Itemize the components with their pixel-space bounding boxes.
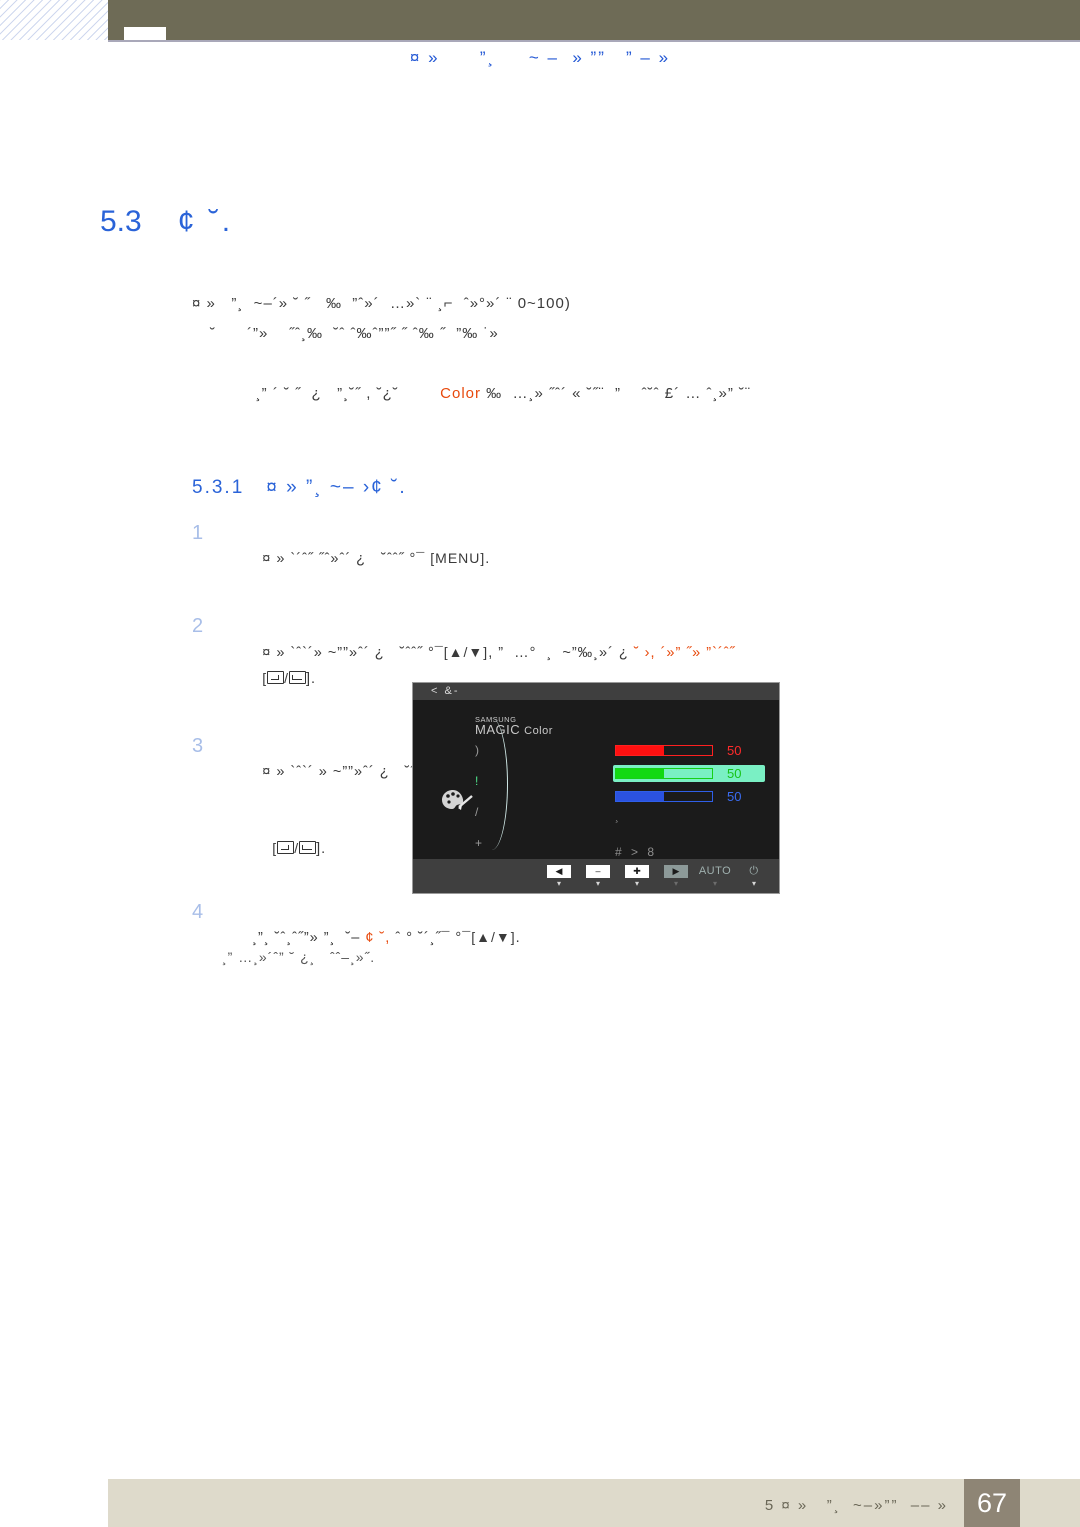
subsection-title: ¤ » ”¸ ~– ›¢ ˘. (266, 477, 407, 498)
running-head: ¤ » ”¸ ~ – » ”” ” – » (409, 48, 671, 67)
step-number: 3 (192, 734, 205, 757)
header-band (108, 0, 1080, 40)
osd-menu-item-2[interactable]: / (475, 806, 482, 818)
updown-key-label: [▲/▼] (443, 643, 489, 660)
step-4-highlight: ¢ ˘, (365, 930, 391, 947)
osd-button-right[interactable]: ▶ ▾ (661, 864, 691, 888)
blue-slider-fill (616, 792, 664, 801)
osd-titlebar: < &- (413, 683, 779, 700)
button-tick: ▾ (712, 878, 717, 888)
enter-icon (289, 670, 307, 684)
page-corner-hatch (0, 0, 108, 40)
red-slider-track[interactable] (615, 745, 713, 756)
green-slider-track[interactable] (615, 768, 713, 779)
green-value: 50 (727, 766, 742, 781)
page-title: 5.3 ¢ ˘. (100, 205, 1000, 239)
subsection-heading: 5.3.1 ¤ » ”¸ ~– ›¢ ˘. (192, 477, 1000, 499)
intro-line-1: ¤ » ”¸ ~–´» ˘ ˝ ‰ ”ˆ»´ …»` ¨ ¸⌐ ˆ»°»´ ¨ … (192, 295, 571, 312)
osd-menu-list: ) ! / + (475, 744, 482, 868)
chapter-marker-stem (124, 27, 131, 40)
step-2-mid2: ›, ´»” ˝» ”`´ˆ˝ (639, 644, 736, 661)
button-tick: ▾ (556, 878, 561, 888)
osd-menu-item-1[interactable]: ! (475, 775, 482, 787)
step-1-tail: . (485, 551, 491, 568)
enter-key-icon: [/ (272, 840, 317, 856)
osd-screenshot: < &- SAMSUNG MAGIC Color ) ! / + 50 50 5… (412, 682, 780, 894)
section-number: 5.3 (100, 205, 142, 238)
button-tick: ▾ (751, 878, 756, 888)
osd-button-bar: ◀ ▾ – ▾ ✚ ▾ ▶ ▾ AUTO ▾ ⏻ ▾ (413, 859, 779, 893)
updown-key-label: [▲/▼] (471, 929, 516, 946)
step-3-tail: ]. (316, 841, 327, 858)
bar-row[interactable]: 50 (613, 765, 765, 782)
source-icon (267, 670, 285, 684)
step-4-mid: ˆ ° ˘´¸˝¯ °¯ (390, 930, 472, 947)
osd-button-left[interactable]: ◀ ▾ (544, 864, 574, 888)
step-number: 2 (192, 615, 205, 638)
intro-line-3-pre: ¸” ´ ˘ ˝ ¿ ”¸˘˝ , ˘¿˘ (255, 385, 441, 402)
magic-color-brand: SAMSUNG MAGIC Color (475, 716, 553, 737)
step-2-tail: ]. (306, 670, 317, 687)
osd-divider-arc (481, 718, 508, 850)
osd-button-minus[interactable]: – ▾ (583, 864, 613, 888)
osd-body: SAMSUNG MAGIC Color ) ! / + 50 50 50 ¸ #… (413, 700, 779, 860)
subsection-number: 5.3.1 (192, 477, 245, 498)
minus-icon[interactable]: – (586, 864, 610, 878)
osd-menu-item-0[interactable]: ) (475, 744, 482, 756)
osd-button-plus[interactable]: ✚ ▾ (622, 864, 652, 888)
power-icon[interactable]: ⏻ (749, 865, 758, 878)
red-value: 50 (727, 743, 742, 758)
step-2-text: ¤ » `ˆ`´» ~””»ˆ´ ¿ ˘ˆˆ˝ °¯ (262, 644, 444, 661)
step-4-text: ¸”¸ ˘ˆ¸ˆ˝”» ”¸ ˘– (252, 930, 366, 947)
plus-icon[interactable]: ✚ (625, 864, 649, 878)
green-slider-fill (616, 769, 664, 778)
list-item: 1 ¤ » `´ˆ˝ ˝ˆ»ˆ´ ¿ ˘ˆˆ˝ °¯ [MENU]. (192, 521, 1000, 598)
footer-rule (0, 1470, 1080, 1471)
page-number: 67 (964, 1479, 1020, 1527)
enter-key-icon: [/ (262, 670, 307, 686)
blue-slider-track[interactable] (615, 791, 713, 802)
section-title: ¢ ˘. (177, 205, 234, 238)
osd-button-auto[interactable]: AUTO ▾ (699, 865, 731, 888)
step-number: 1 (192, 522, 205, 544)
step-number: 4 (192, 901, 205, 923)
bar-row[interactable]: 50 (613, 742, 765, 759)
right-arrow-icon[interactable]: ▶ (664, 864, 688, 878)
palette-icon (442, 790, 473, 810)
magic-text: MAGIC (475, 721, 521, 737)
red-slider-fill (616, 746, 664, 755)
auto-label[interactable]: AUTO (699, 865, 731, 878)
intro-line-3-highlight: Color (440, 385, 481, 402)
intro-line-2: ˘ ´”» ˝ˆ¸‰ ˘ˆ ˆ‰ˆ””˝ ˝ ˆ‰ ˝ ”‰ ˙» (210, 325, 499, 342)
step-4-tail: . (515, 930, 521, 947)
step-text: ¸”¸ ˘ˆ¸ˆ˝”» ”¸ ˘– ¢ ˘, ˆ ° ˘´¸˝¯ °¯[▲/▼]… (222, 900, 1012, 977)
osd-reset-label: # > 8 (615, 845, 658, 859)
footer-text: 5 ¤ » ”¸ ~–»”” –– » (764, 1497, 948, 1514)
step-1-text: ¤ » `´ˆ˝ ˝ˆ»ˆ´ ¿ ˘ˆˆ˝ °¯ (262, 551, 431, 568)
magic-label: MAGIC Color (475, 723, 553, 737)
rgb-bars: 50 50 50 ¸ # > 8 (613, 742, 765, 859)
blue-value: 50 (727, 789, 742, 804)
source-icon (277, 841, 295, 855)
intro-line-3-post: ‰ …¸» ˝ˆ´ « ˘˝¨ ” ˆ˘ˆ £´ … ˆ¸»” ˘¨ (481, 385, 751, 402)
list-item: 4 ¸”¸ ˘ˆ¸ˆ˝”» ”¸ ˘– ¢ ˘, ˆ ° ˘´¸˝¯ °¯[▲/… (192, 900, 1012, 977)
header-underline (108, 40, 1080, 42)
osd-extra-mark: ¸ (615, 811, 619, 823)
osd-menu-item-3[interactable]: + (475, 837, 482, 849)
step-2-mid: , ” …° ¸ ~”‰¸»´ ¿ (488, 644, 634, 661)
enter-icon (299, 841, 317, 855)
color-text: Color (524, 724, 553, 737)
bar-row[interactable]: 50 (613, 788, 765, 805)
step-text: ¤ » `´ˆ˝ ˝ˆ»ˆ´ ¿ ˘ˆˆ˝ °¯ [MENU]. (222, 521, 1000, 598)
button-tick: ▾ (673, 878, 678, 888)
button-tick: ▾ (634, 878, 639, 888)
steps-list-continued: 4 ¸”¸ ˘ˆ¸ˆ˝”» ”¸ ˘– ¢ ˘, ˆ ° ˘´¸˝¯ °¯[▲/… (192, 900, 1012, 993)
button-tick: ▾ (595, 878, 600, 888)
left-arrow-icon[interactable]: ◀ (547, 864, 571, 878)
osd-button-power[interactable]: ⏻ ▾ (739, 865, 769, 888)
menu-key-label: [MENU] (430, 550, 486, 567)
intro-line-3: ¸” ´ ˘ ˝ ¿ ”¸˘˝ , ˘¿˘ Color ‰ …¸» ˝ˆ´ « … (235, 349, 1000, 439)
